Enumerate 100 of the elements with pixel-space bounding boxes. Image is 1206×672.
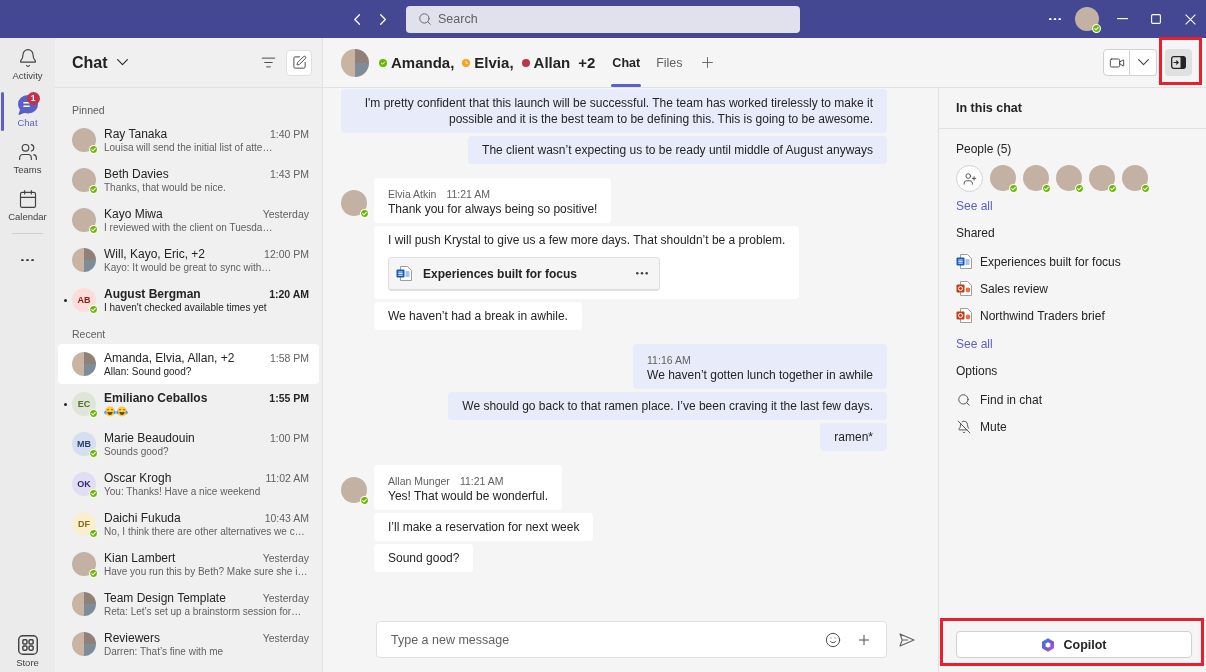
chat-list-item[interactable]: Team Design Template Yesterday Reta: Let’s set up a brainstorm session for… <box>58 584 319 624</box>
app-bar-item[interactable]: Teams <box>0 135 55 182</box>
minimize-icon <box>1116 18 1128 20</box>
shared-file-item[interactable]: Northwind Traders brief <box>956 302 1105 329</box>
tears-of-joy-emoji-icon <box>104 405 116 417</box>
contact-name: Ray Tanaka <box>104 126 168 141</box>
contact-name: Marie Beaudouin <box>104 430 195 445</box>
chat-list-item[interactable]: AB August Bergman 1:20 AM I haven't checked available times yet <box>58 280 319 320</box>
bell-icon <box>17 48 38 68</box>
chat-list-item[interactable]: Beth Davies 1:43 PM Thanks, that would be nice. <box>58 160 319 200</box>
chat-list-item[interactable]: Reviewers Yesterday Darren: That’s fine with me <box>58 624 319 664</box>
message-text: ramen* <box>834 429 873 445</box>
option-item[interactable]: Mute <box>956 413 1007 440</box>
search-field[interactable]: Search <box>406 5 800 33</box>
message-preview: Thanks, that would be nice. <box>104 180 227 194</box>
avatar-placeholder <box>1089 165 1115 191</box>
chat-list-item[interactable]: Amanda, Elvia, Allan, +2 1:58 PM Allan: Sound good? <box>58 344 319 384</box>
message-input[interactable]: Type a new message <box>376 621 887 658</box>
sender-name: Allan Munger <box>388 474 450 488</box>
see-all-link[interactable]: See all <box>956 334 993 354</box>
smile-icon <box>825 631 841 648</box>
title-dropdown[interactable]: Chat <box>72 53 128 72</box>
participant-name: Amanda, <box>391 54 455 71</box>
avatar-placeholder <box>72 128 96 152</box>
message-preview: You: Thanks! Have a nice weekend <box>104 485 262 498</box>
app-bar-item[interactable]: Activity <box>0 41 55 88</box>
word-document-icon <box>396 266 412 281</box>
app-bar-item[interactable]: Store <box>0 628 55 672</box>
avatar-placeholder <box>72 168 96 192</box>
message-time: 12:00 PM <box>264 246 309 261</box>
option-item[interactable]: Find in chat <box>956 386 1043 413</box>
group-avatar-placeholder <box>341 48 369 77</box>
video-call-button[interactable] <box>1103 49 1130 76</box>
message-preview: I reviewed with the client on Tuesda… <box>104 221 274 234</box>
contact-name: Amanda, Elvia, Allan, +2 <box>104 350 235 365</box>
shared-file-item[interactable]: Experiences built for focus <box>956 248 1121 275</box>
new-chat-button[interactable] <box>286 49 312 76</box>
initials-avatar: MB <box>72 432 96 456</box>
avatar-placeholder <box>1023 165 1049 191</box>
chat-list-item[interactable]: Will, Kayo, Eric, +2 12:00 PM Kayo: It would be great to sync with… <box>58 240 319 280</box>
emoji-button[interactable] <box>824 630 842 649</box>
avatar-placeholder <box>990 165 1016 191</box>
apps-grid-icon <box>17 635 38 655</box>
avatar-placeholder <box>1075 7 1099 31</box>
panel-title: In this chat <box>956 101 1022 115</box>
avatar-placeholder <box>1056 165 1082 191</box>
add-person-icon <box>962 171 977 186</box>
initials-avatar: AB <box>72 288 96 312</box>
group-avatar-placeholder <box>72 632 96 656</box>
group-avatar-placeholder <box>72 592 96 616</box>
close-icon <box>1184 13 1196 25</box>
slides-document-icon <box>956 281 972 296</box>
app-bar-item[interactable]: Calendar <box>0 182 55 229</box>
file-attachment[interactable]: Experiences built for focus <box>388 257 660 291</box>
tab[interactable]: Files <box>655 38 684 87</box>
message-time: 1:58 PM <box>269 350 309 365</box>
more-icon <box>1049 17 1061 21</box>
chat-list-item[interactable]: Ray Tanaka 1:40 PM Louisa will send the initial list of atte… <box>58 120 319 160</box>
see-all-link[interactable]: See all <box>956 196 993 216</box>
message-time: Yesterday <box>262 550 309 565</box>
chat-list-item[interactable]: MB Marie Beaudouin 1:00 PM Sounds good? <box>58 424 319 464</box>
word-document-icon <box>956 254 972 269</box>
file-name: Experiences built for focus <box>423 266 578 281</box>
message-text: The client wasn’t expecting us to be ready until middle of August anyways <box>482 142 873 158</box>
avatar-placeholder <box>72 552 96 576</box>
chat-list-item[interactable]: DF Daichi Fukuda 10:43 AM No, I think there are other alternatives we c… <box>58 504 319 544</box>
add-people-button[interactable] <box>956 165 983 192</box>
avatar-placeholder <box>341 190 367 216</box>
initials-avatar: OK <box>72 472 96 496</box>
hexagon-logo-icon <box>1041 637 1056 652</box>
message-preview: Have you run this by Beth? Make sure she i… <box>104 564 309 578</box>
send-button[interactable] <box>899 631 915 648</box>
chat-list-item[interactable]: OK Oscar Krogh 11:02 AM You: Thanks! Have a nice weekend <box>58 464 319 504</box>
sender-name: Elvia Atkin <box>388 187 437 201</box>
tab[interactable]: Chat <box>611 38 642 87</box>
initials-avatar: DF <box>72 512 96 536</box>
chat-list-item[interactable]: EC Emiliano Ceballos 1:55 PM <box>58 384 319 424</box>
contact-name: Will, Kayo, Eric, +2 <box>104 246 206 261</box>
chat-list-item[interactable]: Kian Lambert Yesterday Have you run this by Beth? Make sure she i… <box>58 544 319 584</box>
contact-name: Kian Lambert <box>104 550 176 565</box>
calendar-icon <box>17 189 38 209</box>
message-text: Thank you for always being so positive! <box>388 201 598 217</box>
contact-name: Daichi Fukuda <box>104 510 181 525</box>
side-panel-button[interactable] <box>1165 49 1192 76</box>
send-icon <box>899 632 915 647</box>
chat-list-item[interactable]: Kayo Miwa Yesterday I reviewed with the client on Tuesda… <box>58 200 319 240</box>
initials-avatar: EC <box>72 392 96 416</box>
copilot-button[interactable]: Copilot <box>956 631 1192 658</box>
tears-of-joy-emoji-icon <box>116 405 128 417</box>
message-time: Yesterday <box>262 630 309 645</box>
message-time: 1:00 PM <box>269 430 309 445</box>
app-bar-item[interactable]: 1 Chat <box>0 88 55 135</box>
message-preview: Kayo: It would be great to sync with… <box>104 261 273 274</box>
message-preview: No, I think there are other alternatives we c… <box>104 524 306 538</box>
contact-name: Reviewers <box>104 630 160 645</box>
contact-name: Team Design Template <box>104 590 226 605</box>
shared-file-item[interactable]: Sales review <box>956 275 1049 302</box>
search-icon <box>418 12 432 26</box>
contact-name: Emiliano Ceballos <box>104 390 208 405</box>
more-icon <box>21 258 34 262</box>
